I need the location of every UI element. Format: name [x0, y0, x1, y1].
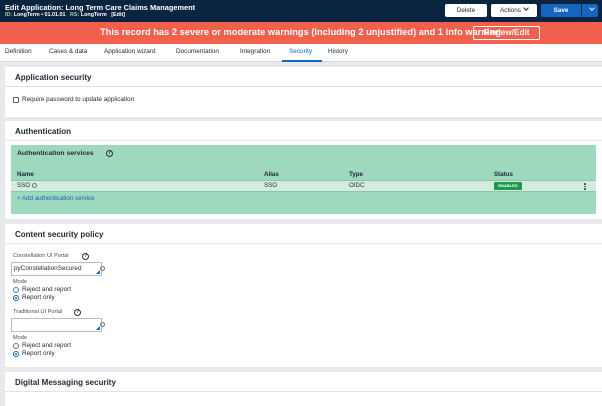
save-button[interactable]: Save — [541, 4, 581, 17]
column-header-name: Name — [17, 171, 34, 178]
add-authentication-service-link[interactable]: + Add authentication service — [17, 195, 95, 202]
constellation-portal-label: Constellation UI Portal — [13, 253, 69, 259]
edit-tag: [Edit] — [111, 12, 126, 18]
autocomplete-indicator-icon — [96, 326, 100, 330]
constellation-portal-input[interactable]: pyConstellationSecured — [11, 262, 102, 276]
mode-label: Mode — [13, 279, 27, 285]
column-header-type: Type — [349, 171, 363, 178]
mode-report-label: Report only — [22, 294, 55, 301]
save-options-button[interactable] — [582, 4, 598, 17]
tab-documentation[interactable]: Documentation — [176, 48, 219, 55]
traditional-portal-label: Traditional UI Portal — [13, 309, 63, 315]
id-label: ID: — [5, 12, 13, 18]
section-title: Digital Messaging security — [15, 378, 116, 387]
mode-reject-radio[interactable] — [13, 343, 19, 349]
chevron-down-icon — [588, 5, 595, 11]
require-password-label: Require password to update application — [22, 96, 135, 103]
authentication-services-panel: Authentication services ? Name Alias Typ… — [11, 145, 596, 214]
services-title: Authentication services — [17, 150, 94, 157]
warning-message: This record has 2 severe or moderate war… — [100, 27, 501, 37]
status-badge: ENABLED — [494, 182, 522, 190]
column-header-alias: Alias — [264, 171, 279, 178]
section-title: Authentication — [15, 127, 71, 136]
content-security-policy-section: Content security policy Constellation UI… — [5, 224, 602, 367]
cell-name[interactable]: SSO — [17, 182, 30, 189]
record-identifiers: ID: LongTerm • 01.01.01 RS: LongTerm [Ed… — [5, 12, 125, 18]
divider — [5, 243, 602, 244]
cell-type: OIDC — [349, 182, 365, 189]
info-icon[interactable] — [32, 183, 37, 188]
column-header-status: Status — [494, 171, 513, 178]
table-row[interactable]: SSO SSO OIDC ENABLED — [11, 180, 596, 192]
section-title: Content security policy — [15, 230, 104, 239]
authentication-section: Authentication Authentication services ?… — [5, 121, 602, 219]
delete-button[interactable]: Delete — [445, 4, 487, 17]
id-value: LongTerm • 01.01.01 — [13, 12, 66, 18]
rs-label: RS: — [70, 12, 80, 18]
tab-definition[interactable]: Definition — [5, 48, 32, 55]
rs-value: LongTerm — [80, 12, 107, 18]
cell-alias: SSO — [264, 182, 278, 189]
divider — [5, 391, 602, 392]
autocomplete-indicator-icon — [96, 270, 100, 274]
mode-label: Mode — [13, 335, 27, 341]
help-icon[interactable]: ? — [106, 150, 113, 157]
digital-messaging-security-section: Digital Messaging security — [5, 372, 602, 406]
require-password-checkbox[interactable] — [13, 97, 19, 103]
mode-report-radio[interactable] — [13, 351, 19, 357]
page-title: Edit Application: Long Term Care Claims … — [5, 3, 196, 12]
tab-bar: Definition Cases & data Application wiza… — [0, 44, 602, 62]
mode-report-label: Report only — [22, 350, 55, 357]
app-header: Edit Application: Long Term Care Claims … — [0, 0, 602, 22]
tab-integration[interactable]: Integration — [240, 48, 270, 55]
constellation-portal-value: pyConstellationSecured — [14, 265, 82, 272]
more-options-icon[interactable] — [584, 183, 586, 190]
review-edit-button[interactable]: Review/Edit — [473, 26, 540, 40]
divider — [5, 86, 602, 87]
mode-report-radio[interactable] — [13, 295, 19, 301]
actions-label: Actions — [500, 7, 521, 14]
mode-reject-radio[interactable] — [13, 287, 19, 293]
info-icon[interactable] — [100, 322, 105, 327]
tab-history[interactable]: History — [328, 48, 348, 55]
divider — [5, 140, 602, 141]
chevron-down-icon — [523, 5, 529, 11]
mode-reject-label: Reject and report — [22, 342, 72, 349]
warning-banner: This record has 2 severe or moderate war… — [0, 22, 602, 44]
tab-cases-data[interactable]: Cases & data — [49, 48, 87, 55]
tab-security[interactable]: Security — [289, 48, 312, 55]
traditional-portal-input[interactable] — [11, 318, 102, 332]
actions-button[interactable]: Actions — [491, 4, 537, 17]
tab-application-wizard[interactable]: Application wizard — [104, 48, 156, 55]
application-security-section: Application security Require password to… — [5, 67, 602, 117]
active-tab-indicator — [282, 60, 322, 62]
add-label: Add authentication service — [22, 195, 95, 202]
help-icon[interactable]: ? — [74, 309, 81, 316]
section-title: Application security — [15, 73, 92, 82]
mode-reject-label: Reject and report — [22, 286, 72, 293]
help-icon[interactable]: ? — [82, 253, 89, 260]
info-icon[interactable] — [100, 266, 105, 271]
